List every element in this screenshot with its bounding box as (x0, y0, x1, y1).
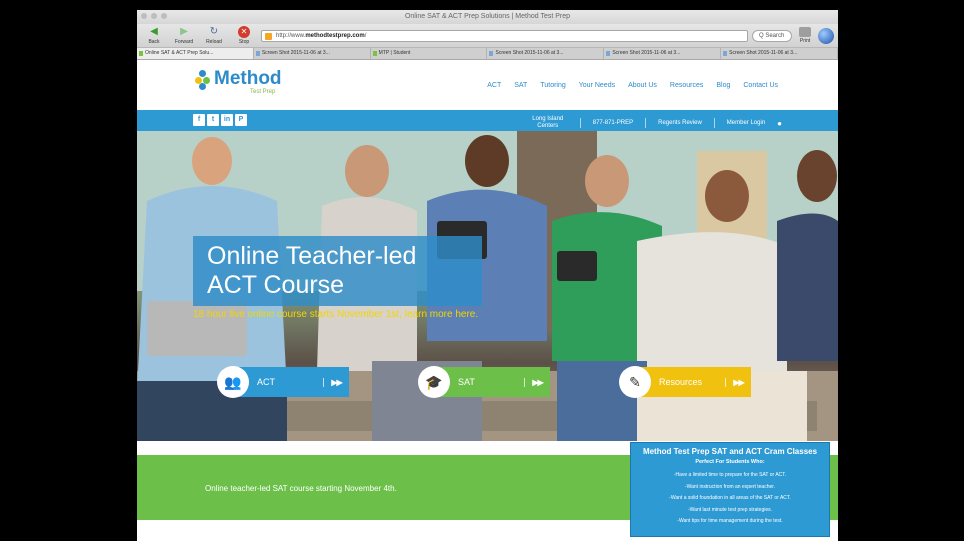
hero-section: Online Teacher-led ACT Course 18 hour li… (137, 131, 838, 441)
logo-mark-icon (195, 70, 213, 90)
sat-button-label: SAT (458, 377, 475, 387)
hero-headline-box[interactable]: Online Teacher-led ACT Course (193, 236, 482, 306)
pencil-icon: ✎ (619, 366, 651, 398)
regents-review-link[interactable]: Regents Review (658, 120, 702, 126)
cram-subtitle: Perfect For Students Who: (695, 459, 765, 465)
url-domain: methodtestprep.com (305, 32, 365, 39)
cram-item: -Want last minute test prep strategies. (687, 506, 773, 513)
tab-bar: Online SAT & ACT Prep Solu... Screen Sho… (137, 48, 838, 60)
stop-label: Stop (238, 39, 250, 45)
user-icon: ● (777, 118, 782, 128)
logo-subtext: Test Prep (250, 89, 276, 95)
cram-item: -Have a limited time to prepare for the … (673, 472, 787, 478)
long-island-centers-link[interactable]: Long Island Centers (528, 116, 568, 130)
divider (579, 118, 581, 128)
hero-subline-link[interactable]: 18 hour live online course starts Novemb… (193, 309, 478, 320)
minimize-window-button[interactable] (151, 13, 157, 19)
resources-button-label: Resources (659, 377, 703, 387)
browser-window: Online SAT & ACT Prep Solutions | Method… (137, 10, 838, 541)
site-logo[interactable]: Method Test Prep (195, 68, 282, 95)
utility-bar: f t in P Long Island Centers 877-871-PRE… (137, 110, 838, 131)
reload-icon: ↻ (209, 26, 219, 37)
tab-method-test-prep[interactable]: Online SAT & ACT Prep Solu... (137, 48, 254, 59)
main-nav: ACT SAT Tutoring Your Needs About Us Res… (487, 82, 778, 89)
nav-blog[interactable]: Blog (716, 82, 730, 89)
site-header: Method Test Prep ACT SAT Tutoring Your N… (137, 60, 838, 110)
logo-text: Method (214, 68, 282, 89)
nav-contact-us[interactable]: Contact Us (743, 82, 778, 89)
resources-button[interactable]: ✎ Resources ▶▶ (619, 365, 751, 399)
forward-label: Forward (174, 39, 194, 45)
print-label: Print (799, 38, 811, 44)
url-suffix: / (364, 32, 367, 39)
promo-banner-text[interactable]: Online teacher-led SAT course starting N… (205, 484, 397, 493)
utility-nav: Long Island Centers 877-871-PREP Regents… (528, 116, 782, 130)
twitter-icon[interactable]: t (207, 114, 219, 126)
cram-classes-box[interactable]: Method Test Prep SAT and ACT Cram Classe… (630, 442, 830, 537)
facebook-icon[interactable]: f (193, 114, 205, 126)
back-label: Back (148, 39, 160, 45)
forward-button[interactable]: ▶ Forward (171, 26, 197, 45)
nav-your-needs[interactable]: Your Needs (579, 82, 615, 89)
tab-screenshot-4[interactable]: Screen Shot 2015-11-06 at 3... (721, 48, 838, 59)
tab-screenshot-3[interactable]: Screen Shot 2015-11-06 at 3... (604, 48, 722, 59)
sat-button[interactable]: 🎓 SAT ▶▶ (418, 365, 550, 399)
act-button[interactable]: 👥 ACT ▶▶ (217, 365, 349, 399)
print-button[interactable]: Print (796, 27, 814, 44)
pinterest-icon[interactable]: P (235, 114, 247, 126)
cram-item: -Want instruction from an expert teacher… (684, 483, 776, 490)
browser-toolbar: ◀ Back ▶ Forward ↻ Reload ✕ Stop http://… (137, 24, 838, 48)
graduation-cap-icon: 🎓 (418, 366, 450, 398)
search-field[interactable]: Q Search (752, 29, 792, 42)
stop-button[interactable]: ✕ Stop (231, 26, 257, 45)
nav-about-us[interactable]: About Us (628, 82, 657, 89)
cram-item: -Want a solid foundation in all areas of… (669, 495, 791, 501)
zoom-window-button[interactable] (161, 13, 167, 19)
double-arrow-icon: ▶▶ (524, 377, 550, 387)
back-button[interactable]: ◀ Back (141, 26, 167, 45)
tab-screenshot-1[interactable]: Screen Shot 2015-11-06 at 3... (254, 48, 371, 59)
nav-resources[interactable]: Resources (670, 82, 703, 89)
reload-label: Reload (206, 39, 222, 45)
url-prefix: http://www. (276, 32, 306, 39)
double-arrow-icon: ▶▶ (725, 377, 751, 387)
cram-title: Method Test Prep SAT and ACT Cram Classe… (642, 447, 818, 456)
tab-screenshot-2[interactable]: Screen Shot 2015-11-06 at 3... (487, 48, 605, 59)
reload-button[interactable]: ↻ Reload (201, 26, 227, 45)
window-title: Online SAT & ACT Prep Solutions | Method… (404, 13, 571, 20)
social-links: f t in P (193, 114, 247, 126)
nav-act[interactable]: ACT (487, 82, 501, 89)
double-arrow-icon: ▶▶ (323, 377, 349, 387)
close-window-button[interactable] (141, 13, 147, 19)
title-bar: Online SAT & ACT Prep Solutions | Method… (137, 10, 838, 24)
divider (713, 118, 715, 128)
divider (645, 118, 647, 128)
forward-arrow-icon: ▶ (180, 26, 188, 37)
nav-sat[interactable]: SAT (514, 82, 527, 89)
printer-icon (799, 27, 811, 37)
favicon-icon (265, 32, 272, 40)
member-login-link[interactable]: Member Login (727, 120, 765, 126)
hero-headline-line1: Online Teacher-led (207, 242, 417, 270)
globe-icon[interactable] (818, 27, 834, 44)
address-bar[interactable]: http://www.methodtestprep.com/ (261, 29, 748, 42)
cram-item: -Want tips for time management during th… (677, 518, 783, 524)
window-controls (141, 13, 167, 19)
students-icon: 👥 (217, 366, 249, 398)
cram-list: -Have a limited time to prepare for the … (637, 470, 823, 528)
hero-headline-line2: ACT Course (207, 271, 345, 299)
nav-tutoring[interactable]: Tutoring (540, 82, 565, 89)
stop-icon: ✕ (238, 26, 250, 38)
tab-mtp-student[interactable]: MTP | Student (371, 48, 488, 59)
linkedin-icon[interactable]: in (221, 114, 233, 126)
act-button-label: ACT (257, 377, 275, 387)
back-arrow-icon: ◀ (150, 26, 158, 37)
phone-link[interactable]: 877-871-PREP (593, 120, 633, 126)
